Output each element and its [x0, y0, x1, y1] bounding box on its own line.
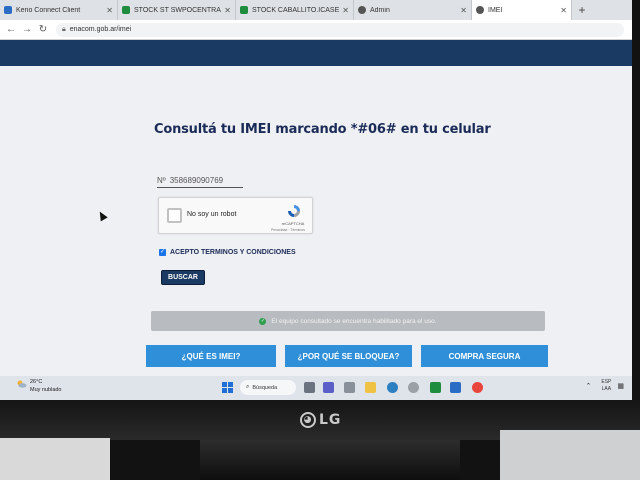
imei-prefix: Nº — [157, 176, 166, 185]
back-icon[interactable]: ← — [4, 24, 18, 35]
close-icon[interactable]: ✕ — [460, 6, 467, 15]
window-icon[interactable] — [344, 382, 355, 393]
site-header — [0, 40, 632, 66]
recaptcha-checkbox[interactable] — [167, 208, 182, 223]
lg-logo: ◕ LG — [300, 412, 341, 428]
reload-icon[interactable]: ↻ — [36, 24, 50, 35]
search-icon: ⌕ — [246, 384, 250, 390]
address-bar[interactable]: 🔒︎ enacom.gob.ar/imei — [56, 22, 624, 37]
terms-checkbox[interactable]: ✓ — [159, 249, 166, 256]
taskbar-search[interactable]: ⌕ Búsqueda — [240, 380, 296, 395]
monitor-stand — [200, 440, 460, 480]
monitor: Kerio Connect Client ✕ STOCK ST SWPOCENT… — [0, 0, 640, 480]
system-tray: ⌃ ESP LAA ▦ — [585, 379, 628, 393]
tab-title: STOCK ST SWPOCENTRAL - — [134, 6, 222, 14]
what-is-imei-button[interactable]: ¿QUÉ ES IMEI? — [146, 345, 276, 367]
lock-icon[interactable]: 🔒︎ — [62, 26, 66, 34]
task-view-icon[interactable] — [304, 382, 315, 393]
app-icon[interactable] — [408, 382, 419, 393]
chrome-icon[interactable] — [472, 382, 483, 393]
cloud-icon — [17, 380, 27, 388]
tab-stock-caballito[interactable]: STOCK CABALLITO.ICASE - H ✕ — [236, 0, 354, 20]
recaptcha-widget: No soy un robot reCAPTCHA Privacidad · T… — [158, 197, 313, 234]
new-tab-button[interactable]: + — [572, 0, 592, 20]
tab-admin[interactable]: Admin ✕ — [354, 0, 472, 20]
browser-toolbar: ← → ↻ 🔒︎ enacom.gob.ar/imei — [0, 20, 632, 40]
page-content: Consultá tu IMEI marcando *#06# en tu ce… — [0, 66, 632, 376]
taskbar-search-label: Búsqueda — [252, 384, 278, 391]
edge-icon[interactable] — [387, 382, 398, 393]
weather-widget[interactable]: 26°C Muy nublado — [17, 378, 62, 394]
forward-icon[interactable]: → — [20, 24, 34, 35]
tab-imei[interactable]: IMEI ✕ — [472, 0, 572, 20]
recaptcha-icon — [288, 205, 300, 217]
chevron-up-icon[interactable]: ⌃ — [585, 382, 591, 390]
tab-bar: Kerio Connect Client ✕ STOCK ST SWPOCENT… — [0, 0, 632, 20]
windows-start-icon[interactable] — [222, 382, 233, 393]
tab-title: Kerio Connect Client — [16, 6, 81, 14]
tab-kerio[interactable]: Kerio Connect Client ✕ — [0, 0, 118, 20]
tab-title: IMEI — [488, 6, 503, 14]
page-title: Consultá tu IMEI marcando *#06# en tu ce… — [154, 122, 491, 137]
weather-temp: 26°C — [30, 379, 43, 385]
close-icon[interactable]: ✕ — [560, 6, 567, 15]
weather-desc: Muy nublado — [30, 387, 62, 393]
result-message-bar: ✓ El equipo consultado se encuentra habi… — [151, 311, 545, 331]
video-call-icon[interactable] — [323, 382, 334, 393]
terms-checkbox-row[interactable]: ✓ ACEPTO TERMINOS Y CONDICIONES — [159, 249, 296, 256]
imei-field[interactable]: Nº — [157, 174, 243, 188]
recaptcha-label: No soy un robot — [187, 211, 237, 218]
recaptcha-brand: reCAPTCHA — [281, 221, 305, 226]
globe-icon — [476, 6, 484, 14]
url-text: enacom.gob.ar/imei — [69, 26, 132, 33]
network-icon[interactable]: ▦ — [617, 382, 624, 390]
close-icon[interactable]: ✕ — [342, 6, 349, 15]
recaptcha-terms[interactable]: Privacidad · Términos — [263, 228, 313, 232]
lg-circle-icon: ◕ — [300, 412, 316, 428]
mouse-cursor-icon — [96, 209, 108, 222]
tab-title: STOCK CABALLITO.ICASE - H — [252, 6, 340, 14]
tab-stock-central[interactable]: STOCK ST SWPOCENTRAL - ✕ — [118, 0, 236, 20]
folder-icon[interactable] — [365, 382, 376, 393]
keyboard-layout: LAA — [601, 386, 612, 392]
app-icon[interactable] — [450, 382, 461, 393]
tab-title: Admin — [370, 6, 390, 14]
search-button[interactable]: BUSCAR — [161, 270, 205, 285]
desk-surface — [500, 430, 640, 480]
taskbar: 26°C Muy nublado ⌕ Búsqueda ⌃ ESP LAA ▦ — [0, 376, 632, 400]
imei-input[interactable] — [169, 176, 236, 185]
desk-surface — [0, 438, 110, 480]
sheets-icon — [240, 6, 248, 14]
close-icon[interactable]: ✕ — [106, 6, 113, 15]
language-code: ESP — [601, 379, 612, 385]
close-icon[interactable]: ✕ — [224, 6, 231, 15]
sheets-icon — [122, 6, 130, 14]
why-blocked-button[interactable]: ¿POR QUÉ SE BLOQUEA? — [285, 345, 412, 367]
language-indicator[interactable]: ESP LAA — [601, 379, 611, 393]
safe-purchase-button[interactable]: COMPRA SEGURA — [421, 345, 548, 367]
terms-label: ACEPTO TERMINOS Y CONDICIONES — [170, 249, 296, 256]
globe-icon — [358, 6, 366, 14]
lg-brand: LG — [319, 412, 342, 428]
mail-icon[interactable] — [430, 382, 441, 393]
mail-icon — [4, 6, 12, 14]
result-message: El equipo consultado se encuentra habili… — [271, 317, 437, 325]
check-circle-icon: ✓ — [259, 317, 267, 325]
screen: Kerio Connect Client ✕ STOCK ST SWPOCENT… — [0, 0, 632, 400]
